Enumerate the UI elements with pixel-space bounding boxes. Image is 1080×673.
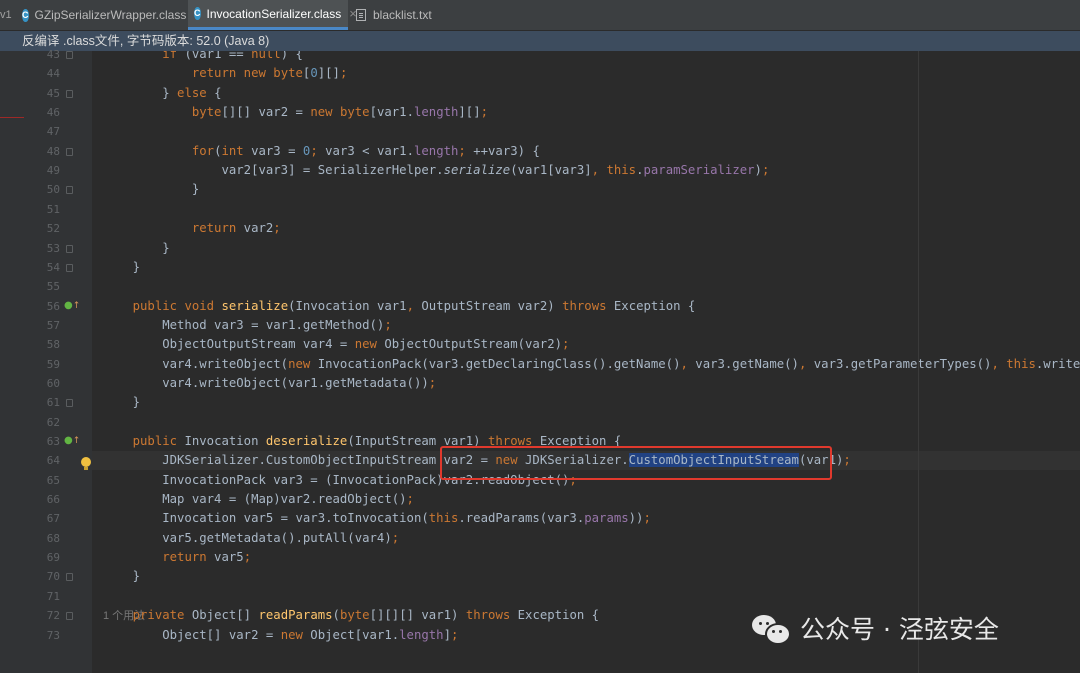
code-line[interactable]: } [103,258,140,277]
code-line[interactable]: } [103,567,140,586]
text-file-icon [356,9,366,21]
code-line[interactable]: var4.writeObject(var1.getMetadata()); [103,374,436,393]
line-number: 73 [46,628,60,642]
line-number: 61 [46,396,60,410]
code-line[interactable]: private Object[] readParams(byte[][][] v… [103,606,599,625]
code-line[interactable]: return new byte[0][]; [103,64,348,83]
line-number: 59 [46,357,60,371]
fold-marker-icon[interactable] [66,186,73,195]
line-number: 51 [46,202,60,216]
line-number: 46 [46,106,60,120]
wechat-icon [752,612,792,645]
line-number: 43 [46,48,60,61]
code-line[interactable]: Object[] var2 = new Object[var1.length]; [103,626,458,645]
line-number: 68 [46,531,60,545]
fold-marker-icon[interactable] [66,573,73,582]
line-number-gutter: 43 44 45 46 47 48 49 50 51 52 53 54 55 56 ●↑ 57 58 59 60 61… [24,48,92,673]
code-line[interactable]: Map var4 = (Map)var2.readObject(); [103,490,414,509]
code-line[interactable]: ObjectOutputStream var4 = new ObjectOutp… [103,335,569,354]
line-number: 70 [46,570,60,584]
fold-marker-icon[interactable] [66,263,73,272]
code-line[interactable]: } [103,239,169,258]
line-number: 67 [46,512,60,526]
class-file-icon: C [194,7,201,20]
left-tool-strip [0,51,24,673]
banner-text: 反编译 .class文件, 字节码版本: 52.0 (Java 8) [22,34,270,48]
tab-label: GZipSerializerWrapper.class [34,8,187,22]
line-number: 63 [46,435,60,448]
code-line[interactable]: var5.getMetadata().putAll(var4); [103,529,399,548]
line-number: 65 [46,473,60,487]
line-number: 56 [46,299,60,313]
tab-blacklist[interactable]: blacklist.txt [350,0,445,30]
watermark-text: 公众号 · 泾弦安全 [800,615,999,644]
fold-marker-icon[interactable] [66,244,73,253]
code-line[interactable]: var4.writeObject(new InvocationPack(var3… [103,355,1080,374]
line-number: 54 [46,260,60,274]
code-line[interactable]: byte[][] var2 = new byte[var1.length][]; [103,103,488,122]
tab-invocationserializer[interactable]: C InvocationSerializer.class × [188,0,357,30]
line-number: 58 [46,338,60,352]
code-line[interactable]: return var5; [103,548,251,567]
code-line[interactable]: } else { [103,84,221,103]
right-margin-guide [918,51,919,673]
code-line[interactable]: Invocation var5 = var3.toInvocation(this… [103,509,651,528]
code-line[interactable]: public void serialize(Invocation var1, O… [103,297,696,316]
tab-gzipserializerwrapper[interactable]: C GZipSerializerWrapper.class × [16,0,202,30]
code-editor[interactable]: 1 个用法 if (var1 == null) { return new byt… [92,51,1080,673]
line-number: 55 [46,280,60,294]
intention-bulb-icon[interactable] [81,457,91,471]
fold-marker-icon[interactable] [66,612,73,621]
line-number: 48 [46,144,60,158]
fold-marker-icon[interactable] [66,89,73,98]
line-number: 60 [46,376,60,390]
fold-marker-icon[interactable] [66,147,73,156]
line-number: 57 [46,318,60,332]
line-number: 47 [46,125,60,139]
class-file-icon: C [22,8,29,22]
line-number: 64 [46,454,60,468]
decompiled-notice-banner: 反编译 .class文件, 字节码版本: 52.0 (Java 8) [0,31,1080,51]
override-marker-icon[interactable]: ●↑ [64,435,80,446]
line-number: 53 [46,241,60,255]
line-number: 71 [46,589,60,603]
code-line[interactable]: var2[var3] = SerializerHelper.serialize(… [103,161,769,180]
line-number: 72 [46,609,60,623]
line-number: 66 [46,493,60,507]
tab-label: InvocationSerializer.class [206,6,342,21]
line-number: 50 [46,183,60,197]
editor-tab-bar: v1 C GZipSerializerWrapper.class × C Inv… [0,0,1080,31]
code-line[interactable]: for(int var3 = 0; var3 < var1.length; ++… [103,142,540,161]
line-number: 69 [46,551,60,565]
watermark: 公众号 · 泾弦安全 [752,610,999,646]
code-line[interactable]: if (var1 == null) { [103,51,303,64]
error-stripe-mark [0,117,24,118]
line-number: 49 [46,164,60,178]
override-marker-icon[interactable]: ●↑ [64,300,80,311]
highlight-annotation-box [440,446,832,480]
tab-label: blacklist.txt [373,8,432,22]
code-line[interactable]: } [103,180,199,199]
fold-marker-icon[interactable] [66,399,73,408]
line-number: 44 [46,67,60,81]
line-number: 45 [46,86,60,100]
code-line[interactable]: Method var3 = var1.getMethod(); [103,316,392,335]
line-number: 62 [46,415,60,429]
code-line[interactable]: return var2; [103,219,281,238]
code-line[interactable]: } [103,393,140,412]
line-number: 52 [46,222,60,236]
fold-marker-icon[interactable] [66,51,73,59]
